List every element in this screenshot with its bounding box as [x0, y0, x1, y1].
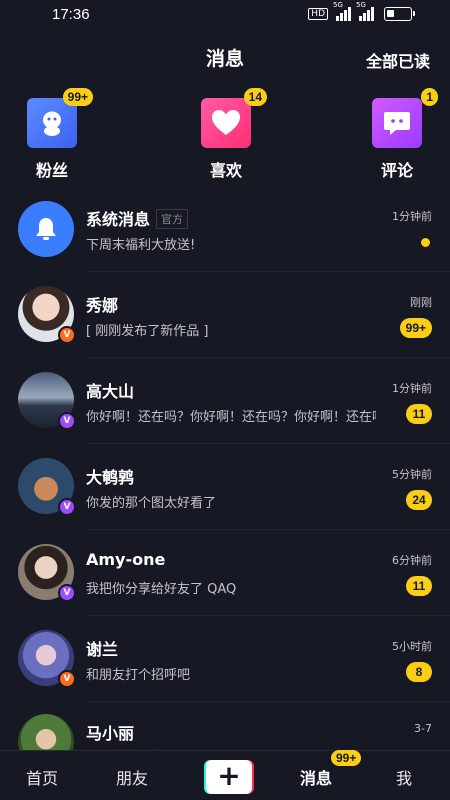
quick-entry-likes[interactable]: 14 喜欢 — [186, 88, 267, 181]
verified-badge-icon: V — [58, 498, 76, 516]
avatar: V — [18, 630, 76, 688]
mark-all-read-button[interactable]: 全部已读 — [366, 48, 430, 72]
message-preview: 我把你分享给好友了 QAQ — [86, 582, 237, 597]
message-preview: 和朋友打个招呼吧 — [86, 668, 191, 683]
signal-icon-2: 5G — [356, 1, 374, 21]
message-preview: [ 刚刚发布了新作品 ] — [86, 324, 209, 339]
verified-badge-icon: V — [58, 584, 76, 602]
status-bar: 17:36 HD 5G 5G — [0, 0, 450, 32]
message-preview: 你好啊！还在吗？你好啊！还在吗？你好啊！还在吗？ — [86, 410, 376, 425]
unread-count-badge: 8 — [406, 662, 432, 682]
tab-messages[interactable]: 消息 — [300, 765, 332, 789]
message-time: 6分钟前 — [392, 554, 432, 567]
message-item-system[interactable]: 系统消息 官方 下周末福利大放送! 1分钟前 — [0, 186, 450, 272]
create-button[interactable]: + — [204, 760, 254, 794]
message-name-text: 系统消息 — [86, 210, 151, 229]
verified-badge-icon: V — [58, 412, 76, 430]
hd-icon: HD — [308, 8, 328, 20]
signal-icon: 5G — [333, 1, 351, 21]
unread-count-badge: 11 — [406, 404, 432, 424]
status-icons: HD 5G 5G — [308, 1, 415, 21]
status-time: 17:36 — [52, 6, 90, 23]
verified-badge-icon: V — [58, 670, 76, 688]
message-item[interactable]: V 谢兰 和朋友打个招呼吧 5小时前 8 — [0, 616, 450, 702]
message-name: 谢兰 — [86, 640, 119, 659]
tab-me[interactable]: 我 — [396, 765, 412, 789]
message-time: 1分钟前 — [392, 210, 432, 223]
message-name: Amy-one — [86, 550, 166, 569]
official-tag: 官方 — [156, 209, 189, 229]
quick-entry-fans[interactable]: 99+ 粉丝 — [12, 88, 93, 181]
message-time: 5分钟前 — [392, 468, 432, 481]
likes-badge: 14 — [243, 88, 267, 106]
heart-icon: 14 — [201, 88, 267, 148]
unread-count-badge: 24 — [406, 490, 432, 510]
message-time: 5小时前 — [392, 640, 432, 653]
avatar: V — [18, 286, 76, 344]
comment-icon: 1 — [372, 88, 438, 148]
message-item[interactable]: V 秀娜 [ 刚刚发布了新作品 ] 刚刚 99+ — [0, 272, 450, 358]
message-item[interactable]: V 高大山 你好啊！还在吗？你好啊！还在吗？你好啊！还在吗？ 1分钟前 11 — [0, 358, 450, 444]
messages-tab-badge: 99+ — [331, 750, 362, 766]
message-item[interactable]: V Amy-one 我把你分享给好友了 QAQ 6分钟前 11 — [0, 530, 450, 616]
comments-badge: 1 — [421, 88, 438, 106]
message-name: 大鹌鹑 — [86, 468, 135, 487]
quick-entry-label: 评论 — [380, 161, 413, 180]
message-preview: 你发的那个图太好看了 — [86, 496, 217, 511]
message-time: 1分钟前 — [392, 382, 432, 395]
message-time: 3-7 — [414, 722, 432, 735]
message-item[interactable]: V 大鹌鹑 你发的那个图太好看了 5分钟前 24 — [0, 444, 450, 530]
avatar: V — [18, 372, 76, 430]
avatar: V — [18, 458, 76, 516]
unread-dot — [421, 238, 430, 247]
message-name: 秀娜 — [86, 296, 119, 315]
quick-entry-comments[interactable]: 1 评论 — [357, 88, 438, 181]
unread-count-badge: 99+ — [399, 318, 432, 338]
tab-home[interactable]: 首页 — [26, 765, 58, 789]
quick-entry-label: 粉丝 — [35, 161, 68, 180]
avatar — [18, 201, 74, 257]
bell-icon — [18, 201, 74, 257]
avatar: V — [18, 544, 76, 602]
message-name: 高大山 — [86, 382, 135, 401]
plus-icon: + — [206, 760, 252, 794]
fans-badge: 99+ — [62, 88, 93, 106]
verified-badge-icon: V — [58, 326, 76, 344]
message-name: 马小丽 — [86, 724, 135, 743]
message-preview: 下周末福利大放送! — [86, 238, 196, 253]
bottom-tab-bar: 首页 朋友 + 消息 99+ 我 — [0, 750, 450, 800]
fans-icon: 99+ — [27, 88, 93, 148]
quick-entry-label: 喜欢 — [209, 161, 242, 180]
battery-icon — [384, 7, 415, 21]
message-time: 刚刚 — [410, 296, 432, 309]
unread-count-badge: 11 — [406, 576, 432, 596]
message-name: 系统消息 官方 — [86, 206, 189, 230]
tab-friends[interactable]: 朋友 — [116, 765, 148, 789]
